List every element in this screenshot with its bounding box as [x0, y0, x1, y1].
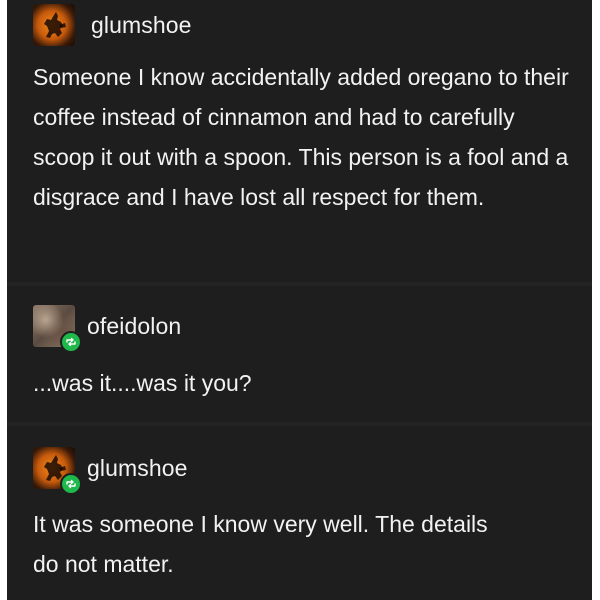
- reblog-icon: [60, 331, 82, 353]
- avatar[interactable]: [33, 305, 82, 353]
- username[interactable]: ofeidolon: [87, 313, 181, 340]
- post-header: glumshoe: [33, 4, 192, 46]
- original-post: glumshoe Someone I know accidentally add…: [7, 0, 592, 282]
- reblog-post: glumshoe It was someone I know very well…: [7, 426, 592, 600]
- avatar[interactable]: [33, 447, 82, 495]
- avatar[interactable]: [33, 4, 75, 46]
- dog-avatar-icon: [33, 4, 75, 46]
- username[interactable]: glumshoe: [87, 455, 188, 482]
- post-header: glumshoe: [33, 447, 188, 495]
- post-header: ofeidolon: [33, 305, 181, 353]
- reblog-icon: [60, 473, 82, 495]
- post-body-text: It was someone I know very well. The det…: [33, 511, 488, 577]
- post-body-text: ...was it....was it you?: [33, 370, 252, 396]
- post-body-text: Someone I know accidentally added oregan…: [33, 64, 569, 210]
- username[interactable]: glumshoe: [91, 12, 192, 39]
- post-thread: glumshoe Someone I know accidentally add…: [7, 0, 592, 600]
- reblog-post: ofeidolon ...was it....was it you?: [7, 286, 592, 422]
